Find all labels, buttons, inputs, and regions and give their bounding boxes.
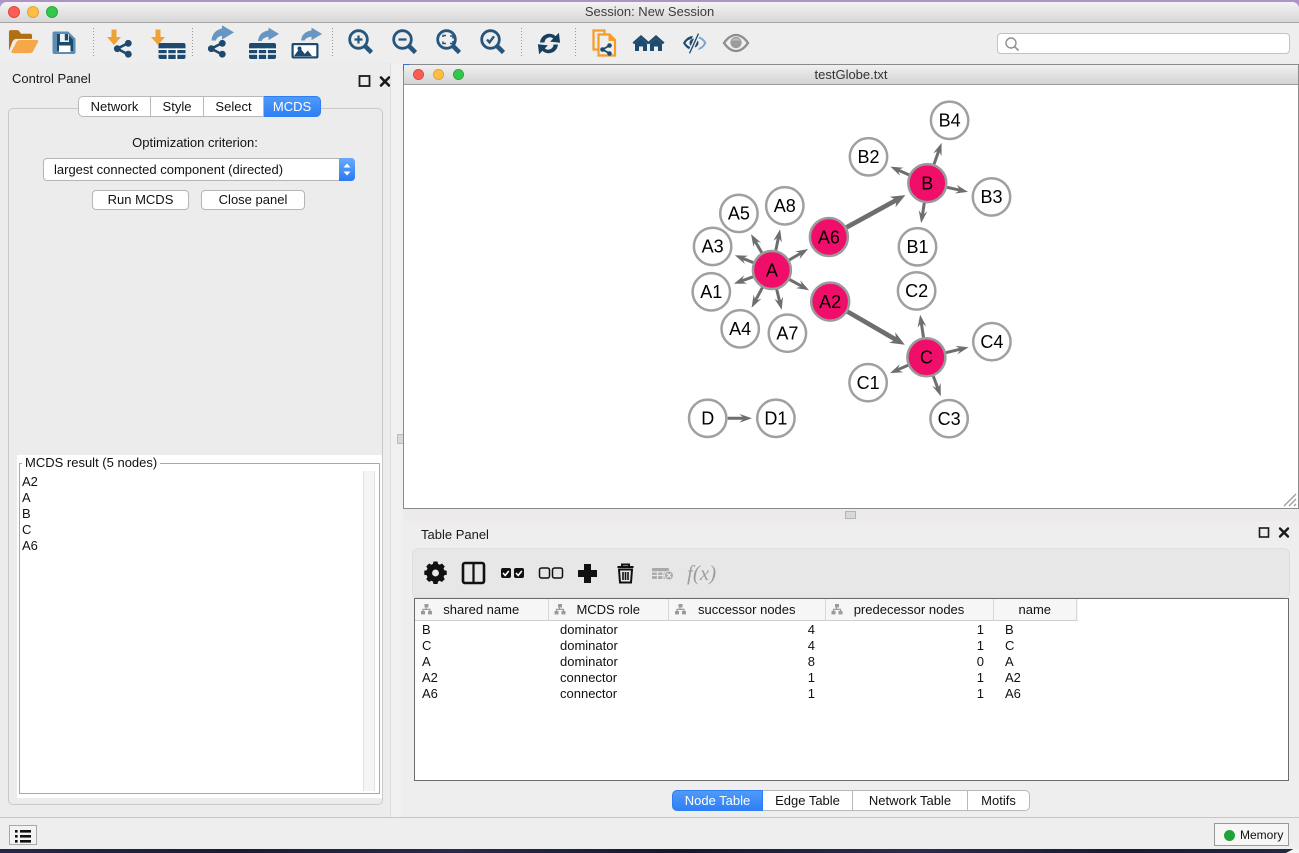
svg-text:A: A — [766, 260, 778, 280]
svg-text:f(x): f(x) — [687, 561, 716, 585]
svg-text:C4: C4 — [980, 332, 1003, 352]
svg-text:A8: A8 — [774, 196, 796, 216]
svg-text:C2: C2 — [905, 281, 928, 301]
svg-text:A1: A1 — [700, 282, 722, 302]
svg-text:C3: C3 — [938, 409, 961, 429]
svg-text:C: C — [920, 348, 933, 368]
svg-text:A2: A2 — [819, 292, 841, 312]
svg-text:A4: A4 — [729, 319, 751, 339]
svg-text:B4: B4 — [939, 111, 961, 131]
svg-text:B1: B1 — [906, 237, 928, 257]
svg-text:B2: B2 — [857, 147, 879, 167]
svg-text:B3: B3 — [980, 187, 1002, 207]
svg-text:C1: C1 — [857, 373, 880, 393]
svg-text:D1: D1 — [764, 409, 787, 429]
svg-text:A6: A6 — [818, 227, 840, 247]
svg-text:B: B — [921, 173, 933, 193]
svg-text:A7: A7 — [776, 324, 798, 344]
svg-text:A5: A5 — [728, 204, 750, 224]
svg-text:D: D — [701, 409, 714, 429]
svg-text:A3: A3 — [702, 237, 724, 257]
